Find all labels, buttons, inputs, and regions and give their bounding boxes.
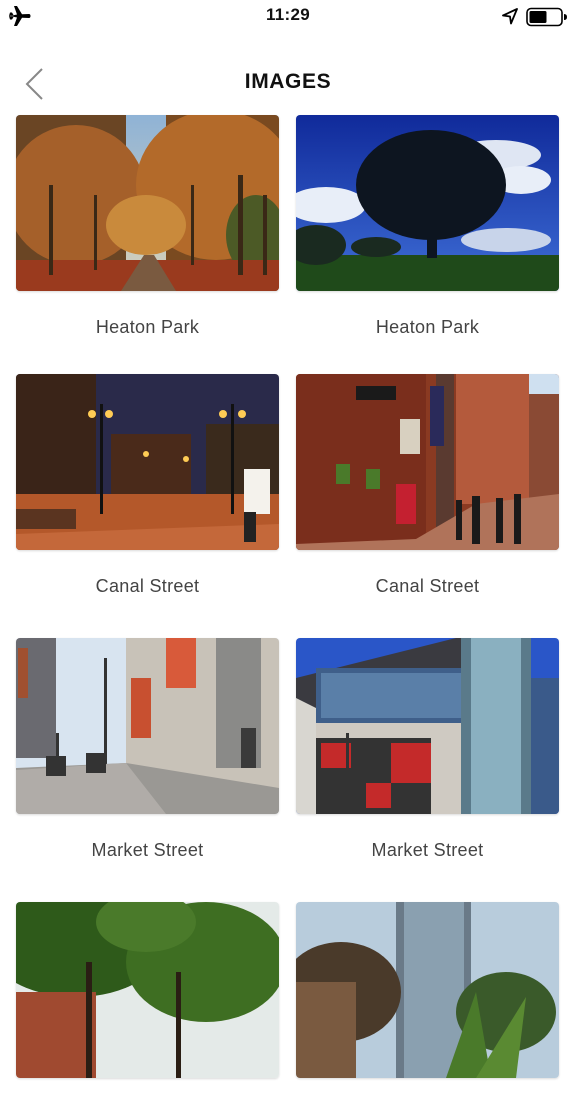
gallery-item[interactable] (16, 902, 279, 1104)
gallery-item[interactable]: Market Street (16, 638, 279, 861)
canal-street-night-photo (16, 374, 279, 550)
gallery-item[interactable]: Canal Street (296, 374, 559, 597)
gallery-item-label: Canal Street (375, 576, 480, 596)
market-street-precinct-photo (16, 638, 279, 814)
tower-photo (296, 902, 559, 1078)
gallery-item[interactable]: Market Street (296, 638, 559, 861)
canal-street-day-photo (296, 374, 559, 550)
image-gallery: Heaton Park Heaton Park Canal Street Can… (0, 0, 576, 1078)
gallery-photo[interactable] (296, 374, 559, 550)
gallery-item[interactable]: Heaton Park (296, 115, 559, 338)
lone-tree-photo (296, 115, 559, 291)
gallery-item-label: Heaton Park (375, 317, 480, 337)
gallery-item-label: Market Street (91, 840, 204, 860)
gallery-photo[interactable] (296, 902, 559, 1078)
gallery-photo[interactable] (296, 638, 559, 814)
market-street-building-photo (296, 638, 559, 814)
gallery-item-label: Heaton Park (95, 317, 200, 337)
autumn-avenue-photo (16, 115, 279, 291)
gallery-photo[interactable] (16, 374, 279, 550)
gallery-photo[interactable] (16, 115, 279, 291)
gallery-item-label: Market Street (371, 840, 484, 860)
gallery-item[interactable] (296, 902, 559, 1104)
gallery-item[interactable]: Canal Street (16, 374, 279, 597)
gallery-photo[interactable] (16, 902, 279, 1078)
gallery-photo[interactable] (296, 115, 559, 291)
green-tree-photo (16, 902, 279, 1078)
gallery-photo[interactable] (16, 638, 279, 814)
gallery-item[interactable]: Heaton Park (16, 115, 279, 338)
gallery-item-label: Canal Street (95, 576, 200, 596)
